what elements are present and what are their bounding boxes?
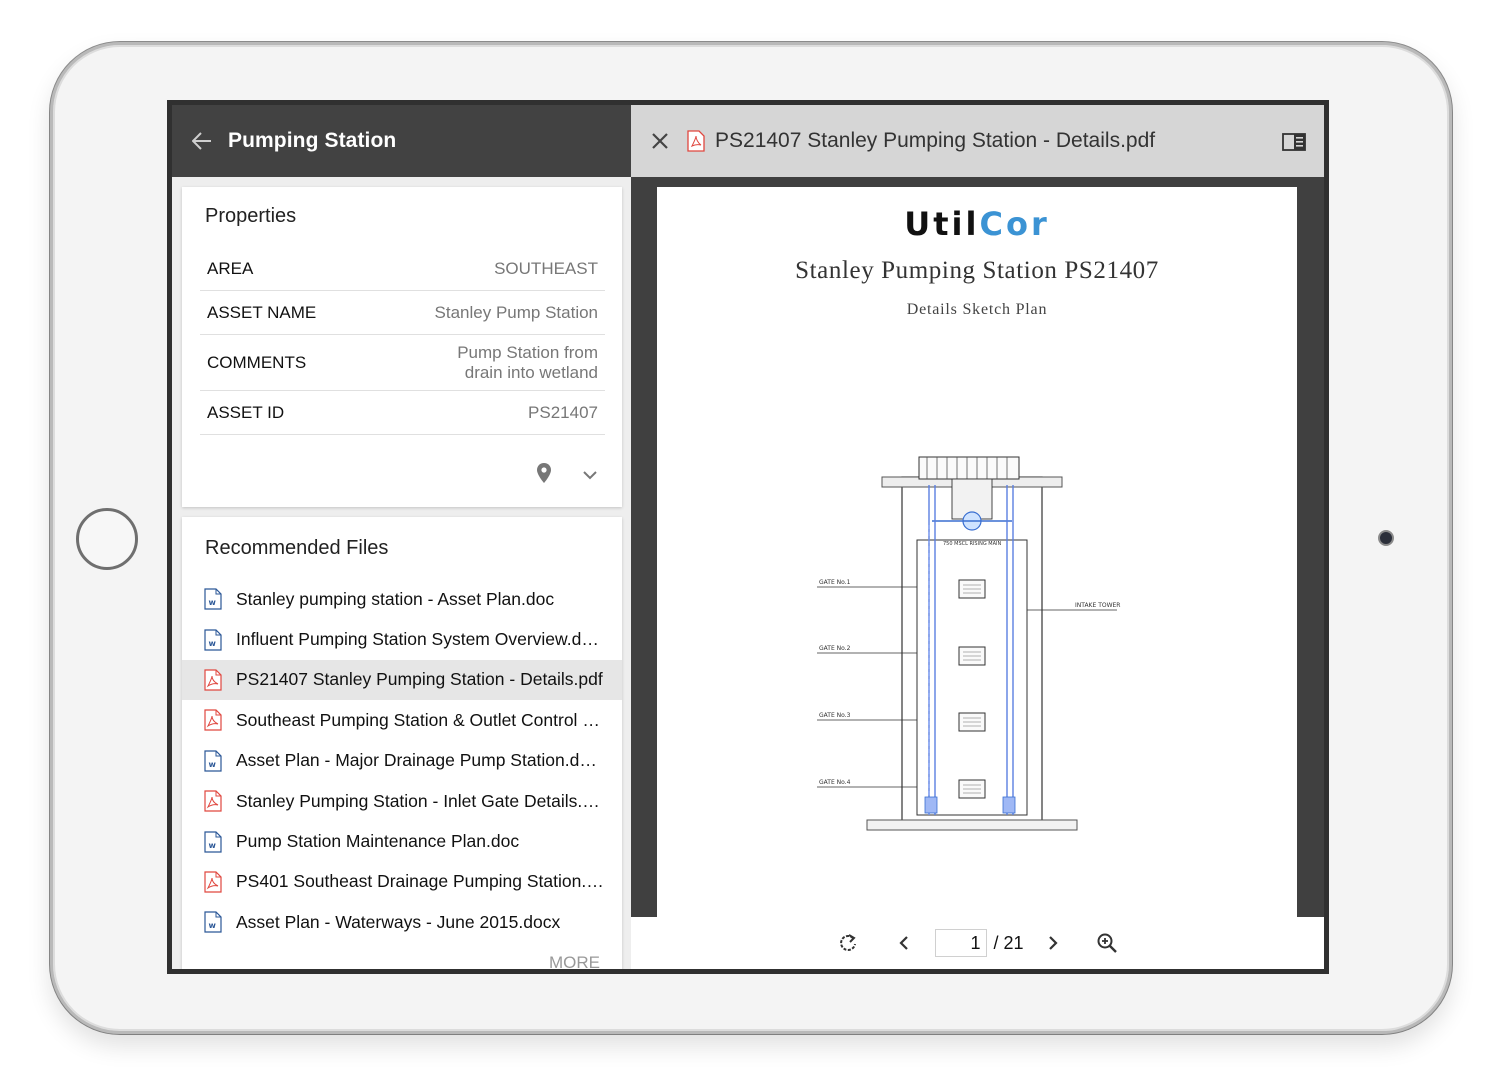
location-pin-icon[interactable] [536, 462, 552, 489]
panel-toggle-icon[interactable] [1282, 133, 1306, 151]
back-arrow-icon[interactable] [192, 130, 214, 152]
asset-panel-header: Pumping Station [172, 105, 631, 177]
file-list-item[interactable]: w Influent Pumping Station System Overvie… [182, 619, 622, 659]
viewer-file-title: PS21407 Stanley Pumping Station - Detail… [715, 129, 1156, 152]
file-list-item[interactable]: Southeast Pumping Station & Outlet Contr… [182, 700, 622, 740]
file-name: Stanley pumping station - Asset Plan.doc [236, 588, 555, 609]
svg-text:w: w [209, 598, 217, 607]
file-list-item[interactable]: PS401 Southeast Drainage Pumping Station… [182, 862, 622, 902]
svg-text:w: w [209, 639, 217, 648]
rotate-icon[interactable] [837, 932, 859, 954]
close-icon[interactable] [649, 130, 671, 152]
next-page-icon[interactable] [1042, 932, 1064, 954]
sketch-label-gate-2: GATE No.2 [819, 645, 851, 652]
file-name: PS21407 Stanley Pumping Station - Detail… [236, 669, 603, 690]
word-file-icon: w [204, 911, 222, 933]
pdf-file-icon [204, 871, 222, 893]
svg-text:w: w [209, 760, 217, 769]
pumping-station-sketch: GATE No.1 GATE No.2 GATE No.3 GATE No.4 … [817, 456, 1120, 831]
sketch-label-gate-3: GATE No.3 [819, 712, 851, 719]
home-button[interactable] [76, 508, 138, 570]
page-total: / 21 [993, 932, 1024, 953]
property-label: ASSET NAME [207, 302, 317, 322]
more-button[interactable]: MORE [549, 953, 600, 969]
file-name: Asset Plan - Major Drainage Pump Station… [236, 750, 606, 771]
pdf-file-icon [204, 790, 222, 812]
app-screen: Pumping Station Properties AREA SOUTHEAS… [167, 100, 1329, 974]
property-label: COMMENTS [207, 352, 307, 372]
file-name: Stanley Pumping Station - Inlet Gate Det… [236, 790, 606, 811]
document-title: Stanley Pumping Station PS21407 [795, 257, 1159, 284]
utilcor-logo: UtilCor [904, 205, 1050, 243]
asset-panel-title: Pumping Station [228, 129, 397, 152]
property-label: ASSET ID [207, 402, 285, 422]
property-value: Stanley Pump Station [434, 302, 598, 322]
file-name: Southeast Pumping Station & Outlet Contr… [236, 709, 606, 730]
word-file-icon: w [204, 830, 222, 853]
page-number-input[interactable] [935, 929, 988, 957]
camera-icon [1378, 530, 1394, 546]
sketch-label-intake-tower: INTAKE TOWER [1075, 602, 1120, 609]
word-file-icon: w [204, 588, 222, 610]
word-file-icon: w [204, 628, 222, 651]
word-file-icon: w [204, 750, 222, 772]
viewer-header: PS21407 Stanley Pumping Station - Detail… [631, 105, 1324, 177]
property-value-line: Pump Station from [457, 342, 598, 362]
pdf-file-icon [204, 669, 222, 691]
zoom-in-icon[interactable] [1096, 932, 1118, 954]
file-list: w Stanley pumping station - Asset Plan.do… [182, 579, 622, 943]
pdf-page: UtilCor Stanley Pumping Station PS21407 … [657, 187, 1297, 927]
viewer-toolbar: / 21 [631, 917, 1324, 969]
properties-actions [536, 462, 598, 489]
sketch-label-rising-main: 750 MSCL RISING MAIN [943, 541, 1001, 547]
svg-text:w: w [209, 841, 217, 850]
sketch-label-gate-1: GATE No.1 [819, 579, 851, 586]
property-value: SOUTHEAST [494, 258, 598, 278]
file-name: Pump Station Maintenance Plan.doc [236, 831, 520, 852]
sketch-label-gate-4: GATE No.4 [819, 779, 851, 786]
file-list-item[interactable]: PS21407 Stanley Pumping Station - Detail… [182, 659, 622, 701]
property-row-asset-name: ASSET NAME Stanley Pump Station [200, 291, 605, 335]
pdf-file-icon [687, 130, 705, 152]
file-list-item[interactable]: w Asset Plan - Waterways - June 2015.docx [182, 902, 622, 942]
document-subtitle: Details Sketch Plan [906, 301, 1048, 318]
pdf-file-icon [204, 709, 222, 731]
properties-heading: Properties [205, 205, 297, 227]
file-name: Influent Pumping Station System Overview… [236, 629, 606, 650]
property-label: AREA [207, 258, 254, 278]
property-row-comments: COMMENTS Pump Station from drain into we… [200, 335, 605, 391]
property-row-area: AREA SOUTHEAST [200, 247, 605, 291]
recommended-files-heading: Recommended Files [205, 537, 389, 559]
properties-card: Properties AREA SOUTHEAST ASSET NAME Sta… [182, 187, 622, 507]
recommended-files-card: Recommended Files w Stanley pumping stati… [182, 517, 622, 969]
file-list-item[interactable]: w Asset Plan - Major Drainage Pump Statio… [182, 741, 622, 781]
asset-panel: Pumping Station Properties AREA SOUTHEAS… [172, 105, 631, 969]
file-list-item[interactable]: w Pump Station Maintenance Plan.doc [182, 821, 622, 861]
file-name: PS401 Southeast Drainage Pumping Station… [236, 871, 606, 892]
property-value: Pump Station from drain into wetland [457, 343, 598, 383]
file-list-item[interactable]: Stanley Pumping Station - Inlet Gate Det… [182, 781, 622, 821]
previous-page-icon[interactable] [893, 932, 915, 954]
property-value-line: drain into wetland [464, 362, 598, 382]
file-name: Asset Plan - Waterways - June 2015.docx [236, 911, 561, 932]
file-list-item[interactable]: w Stanley pumping station - Asset Plan.do… [182, 579, 622, 619]
document-viewer: PS21407 Stanley Pumping Station - Detail… [631, 105, 1324, 969]
property-value: PS21407 [528, 402, 598, 422]
property-row-asset-id: ASSET ID PS21407 [200, 391, 605, 435]
chevron-down-icon[interactable] [582, 467, 598, 485]
svg-text:w: w [209, 921, 217, 930]
